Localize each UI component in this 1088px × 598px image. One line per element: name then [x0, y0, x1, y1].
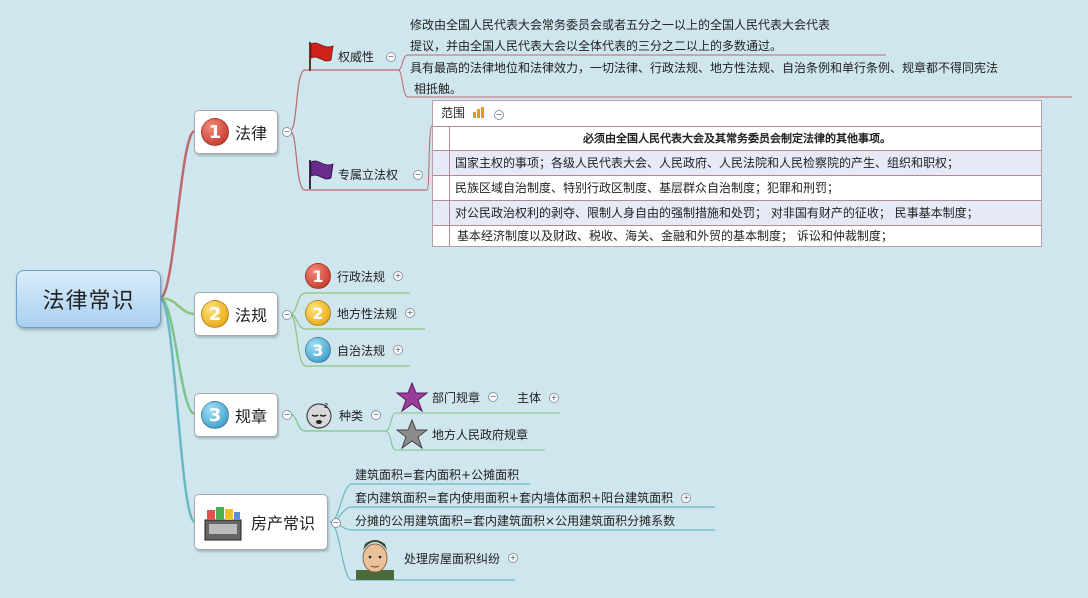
- dispute-label: 处理房屋面积纠纷: [404, 551, 501, 566]
- scope-row: 基本经济制度以及财政、税收、海关、金融和外贸的基本制度； 诉讼和仲裁制度；: [457, 229, 893, 243]
- red-flag-icon: [309, 42, 334, 71]
- topic-subject[interactable]: 主体 +: [517, 389, 560, 406]
- collapse-toggle-authority[interactable]: −: [386, 52, 396, 62]
- portrait-icon: [356, 540, 394, 580]
- number-three-icon: 3: [305, 337, 331, 363]
- collapse-toggle-scope[interactable]: −: [493, 110, 504, 120]
- collapse-toggle-regulation[interactable]: −: [282, 310, 292, 320]
- property-item-inner-area[interactable]: 套内建筑面积=套内使用面积+套内墙体面积+阳台建筑面积 +: [355, 489, 692, 506]
- topic-authority[interactable]: [305, 40, 335, 76]
- purple-flag-icon: [309, 160, 334, 189]
- local-gov-rules-label: 地方人民政府规章: [432, 427, 529, 442]
- collapse-toggle-law[interactable]: −: [282, 127, 292, 137]
- property-item-building-area[interactable]: 建筑面积=套内面积+公摊面积: [355, 466, 519, 483]
- number-two-icon: 2: [305, 300, 331, 326]
- scope-row: 必须由全国人民代表大会及其常务委员会制定法律的其他事项。: [583, 132, 891, 145]
- admin-regulation-label: 行政法规: [337, 269, 386, 284]
- topic-law[interactable]: 1 法律: [194, 110, 278, 154]
- topic-rules[interactable]: 3 规章: [194, 393, 278, 437]
- scope-row: 国家主权的事项；各级人民代表大会、人民政府、人民法院和人民检察院的产生、组织和职…: [433, 151, 1041, 175]
- topic-local-regulation[interactable]: 2 地方性法规 +: [305, 300, 416, 326]
- expand-toggle-inner-area[interactable]: +: [681, 492, 692, 503]
- local-regulation-label: 地方性法规: [337, 306, 398, 321]
- expand-toggle-local-regulation[interactable]: +: [405, 308, 416, 318]
- number-two-icon: 2: [201, 300, 229, 328]
- scope-row: 对公民政治权利的剥夺、限制人身自由的强制措施和处罚； 对非国有财产的征收； 民事…: [433, 201, 1041, 225]
- authority-desc-1: 修改由全国人民代表大会常务委员会或者五分之一以上的全国人民代表大会代表 提议，并…: [410, 18, 831, 53]
- number-one-icon: 1: [201, 118, 229, 146]
- topic-rules-label: 规章: [235, 407, 268, 426]
- sleepy-face-icon: z: [306, 401, 332, 429]
- topic-local-gov-rules[interactable]: 地方人民政府规章: [396, 419, 528, 449]
- topic-exclusive-label: 专属立法权: [338, 168, 399, 182]
- topic-property-label: 房产常识: [251, 514, 316, 533]
- scope-row: 民族区域自治制度、特别行政区制度、基层群众自治制度；犯罪和刑罚；: [455, 181, 840, 195]
- collapse-toggle-kind[interactable]: −: [371, 410, 382, 420]
- topic-dept-rules[interactable]: 部门规章 −: [396, 382, 499, 412]
- root-topic[interactable]: 法律常识: [16, 270, 161, 328]
- number-three-icon: 3: [201, 401, 229, 429]
- autonomy-regulation-label: 自治法规: [337, 343, 386, 358]
- topic-admin-regulation[interactable]: 1 行政法规 +: [305, 263, 404, 289]
- topic-autonomy-regulation[interactable]: 3 自治法规 +: [305, 337, 404, 363]
- topic-authority-label: 权威性: [338, 50, 375, 64]
- property-item-shared-area[interactable]: 分摊的公用建筑面积=套内建筑面积×公用建筑面积分摊系数: [355, 512, 675, 529]
- bar-chart-icon: [472, 107, 484, 118]
- topic-regulation[interactable]: 2 法规: [194, 292, 278, 336]
- topic-kind[interactable]: z 种类 −: [305, 401, 382, 429]
- purple-star-icon: [396, 382, 428, 412]
- number-one-icon: 1: [305, 263, 331, 289]
- collapse-toggle-rules[interactable]: −: [282, 410, 292, 420]
- topic-property[interactable]: 房产常识: [194, 494, 328, 550]
- gray-star-icon: [396, 419, 428, 449]
- kind-label: 种类: [339, 408, 364, 423]
- expand-toggle-subject[interactable]: +: [549, 392, 560, 403]
- collapse-toggle-exclusive[interactable]: −: [413, 170, 423, 180]
- inner-area-label: 套内建筑面积=套内使用面积+套内墙体面积+阳台建筑面积: [355, 491, 674, 505]
- expand-toggle-admin-regulation[interactable]: +: [393, 271, 404, 281]
- topic-regulation-label: 法规: [235, 306, 268, 325]
- property-item-dispute[interactable]: 处理房屋面积纠纷 +: [352, 536, 519, 580]
- root-label: 法律常识: [42, 289, 135, 314]
- expand-toggle-autonomy-regulation[interactable]: +: [393, 345, 404, 355]
- scope-header[interactable]: 范围 −: [441, 104, 1041, 121]
- topic-exclusive[interactable]: [305, 158, 335, 194]
- scope-table: 范围 − 必须由全国人民代表大会及其常务委员会制定法律的其他事项。 国家主权的事…: [432, 100, 1042, 247]
- authority-desc-2: 具有最高的法律地位和法律效力，一切法律、行政法规、地方性法规、自治条例和单行条例…: [410, 61, 999, 96]
- collapse-toggle-dept-rules[interactable]: −: [488, 392, 499, 402]
- collapse-toggle-property[interactable]: −: [331, 518, 341, 528]
- svg-text:z: z: [324, 401, 328, 410]
- expand-toggle-dispute[interactable]: +: [508, 553, 519, 563]
- subject-label: 主体: [517, 391, 542, 405]
- scope-label: 范围: [441, 106, 466, 120]
- topic-law-label: 法律: [235, 124, 268, 143]
- cash-register-icon: [204, 507, 242, 541]
- dept-rules-label: 部门规章: [432, 390, 481, 405]
